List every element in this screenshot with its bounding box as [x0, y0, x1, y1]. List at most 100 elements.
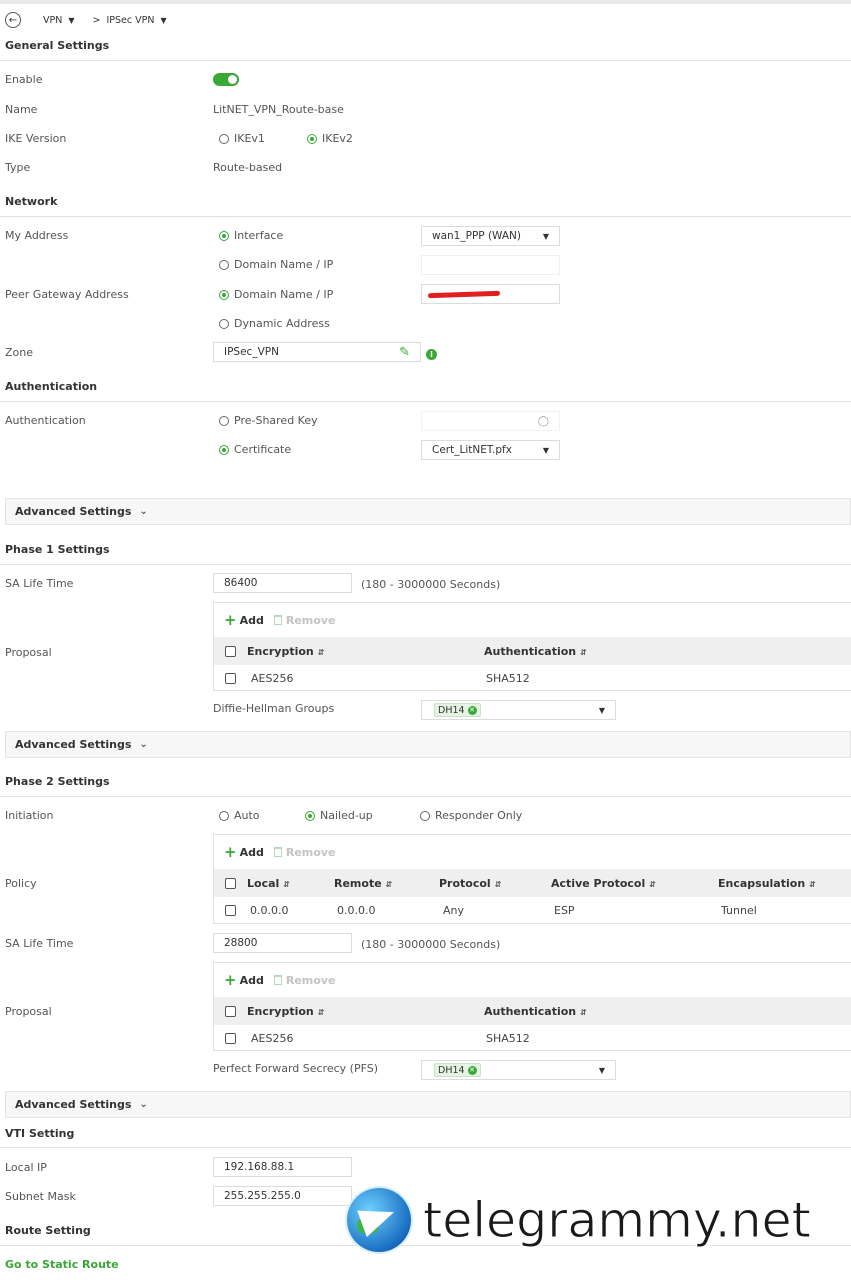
- table-header: Encryption ⇵ Authentication ⇵: [214, 637, 851, 665]
- dropdown-arrow-icon: ▼: [542, 231, 549, 241]
- phase1-sa-label: SA Life Time: [5, 577, 74, 590]
- sort-icon: ⇵: [317, 647, 325, 657]
- enable-toggle[interactable]: [213, 73, 239, 86]
- policy-label: Policy: [5, 877, 37, 890]
- col-protocol[interactable]: Protocol ⇵: [439, 877, 501, 890]
- select-all-checkbox[interactable]: [225, 645, 236, 657]
- advanced-settings-toggle[interactable]: Advanced Settings ⌄: [5, 498, 851, 525]
- table-row[interactable]: AES256 SHA512: [214, 665, 851, 691]
- pfs-label: Perfect Forward Secrecy (PFS): [213, 1062, 378, 1075]
- my-address-label: My Address: [5, 229, 69, 242]
- select-all-checkbox[interactable]: [225, 877, 236, 889]
- select-all-checkbox[interactable]: [225, 1005, 236, 1017]
- back-arrow-icon[interactable]: ←: [5, 12, 21, 28]
- row-checkbox[interactable]: [225, 1032, 236, 1044]
- ike-radio-ikev2[interactable]: IKEv2: [307, 132, 353, 145]
- col-encryption[interactable]: Encryption ⇵: [247, 1005, 324, 1018]
- pencil-icon[interactable]: ✎: [399, 345, 410, 360]
- ike-radio-ikev1[interactable]: IKEv1: [219, 132, 265, 145]
- add-button[interactable]: + Add: [224, 843, 264, 861]
- phase1-sa-input[interactable]: 86400: [213, 573, 352, 593]
- paper-plane-icon: [357, 1199, 399, 1237]
- radio-label: Certificate: [234, 443, 292, 456]
- dh-groups-select[interactable]: DH14 ✕ ▼: [421, 700, 616, 720]
- remove-button[interactable]: Remove: [273, 974, 335, 987]
- table-row[interactable]: AES256 SHA512: [214, 1025, 851, 1051]
- radio-label: Domain Name / IP: [234, 288, 334, 301]
- info-icon[interactable]: i: [426, 349, 437, 360]
- sort-icon: ⇵: [317, 1007, 325, 1017]
- initiation-radio-auto[interactable]: Auto: [219, 809, 260, 822]
- dropdown-arrow-icon: ▼: [598, 705, 605, 715]
- tag-remove-icon[interactable]: ✕: [467, 705, 477, 715]
- dh-groups-label: Diffie-Hellman Groups: [213, 702, 335, 715]
- static-route-link[interactable]: Go to Static Route: [5, 1258, 119, 1271]
- col-remote[interactable]: Remote ⇵: [334, 877, 392, 890]
- phase2-sa-hint: (180 - 3000000 Seconds): [361, 938, 501, 951]
- radio-icon: [420, 810, 430, 821]
- col-encryption[interactable]: Encryption ⇵: [247, 645, 324, 658]
- row-local: 0.0.0.0: [250, 903, 289, 917]
- col-authentication[interactable]: Authentication ⇵: [484, 645, 587, 658]
- certificate-value: Cert_LitNET.pfx: [432, 444, 512, 456]
- peer-radio-dynamic[interactable]: Dynamic Address: [219, 317, 330, 330]
- pfs-select[interactable]: DH14 ✕ ▼: [421, 1060, 616, 1080]
- advanced-settings-toggle[interactable]: Advanced Settings ⌄: [5, 1091, 851, 1118]
- phase1-toolbar: + Add Remove: [224, 611, 335, 629]
- caret-down-icon[interactable]: ▼: [68, 16, 74, 25]
- breadcrumb-ipsec-vpn[interactable]: IPSec VPN: [106, 15, 154, 26]
- auth-radio-certificate[interactable]: Certificate: [219, 443, 291, 456]
- col-encapsulation[interactable]: Encapsulation ⇵: [718, 877, 816, 890]
- col-label: Protocol: [439, 876, 491, 890]
- add-button[interactable]: + Add: [224, 611, 264, 629]
- tag-remove-icon[interactable]: ✕: [467, 1065, 477, 1075]
- eye-hidden-icon[interactable]: ◯: [538, 416, 549, 427]
- pfs-tag-label: DH14: [438, 1064, 465, 1076]
- local-ip-input[interactable]: 192.168.88.1: [213, 1157, 352, 1177]
- advanced-settings-toggle[interactable]: Advanced Settings ⌄: [5, 731, 851, 758]
- my-address-domain-input[interactable]: [421, 255, 560, 275]
- row-checkbox[interactable]: [225, 904, 236, 916]
- my-address-radio-interface[interactable]: Interface: [219, 229, 283, 242]
- zone-field[interactable]: IPSec_VPN ✎: [213, 342, 421, 362]
- remove-button[interactable]: Remove: [273, 846, 335, 859]
- certificate-select[interactable]: Cert_LitNET.pfx ▼: [421, 440, 560, 460]
- col-local[interactable]: Local ⇵: [247, 877, 290, 890]
- radio-label: Domain Name / IP: [234, 258, 334, 271]
- peer-domain-input[interactable]: [421, 284, 560, 304]
- table-header: Local ⇵ Remote ⇵ Protocol ⇵ Active Protocol…: [214, 869, 851, 897]
- section-vti: VTI Setting: [5, 1127, 75, 1140]
- radio-label: Responder Only: [435, 809, 523, 822]
- radio-selected-icon: [307, 133, 317, 144]
- advanced-settings-label: Advanced Settings: [15, 738, 132, 751]
- section-route: Route Setting: [5, 1224, 91, 1237]
- interface-select[interactable]: wan1_PPP (WAN) ▼: [421, 226, 560, 246]
- peer-radio-domain[interactable]: Domain Name / IP: [219, 288, 333, 301]
- row-checkbox[interactable]: [225, 672, 236, 684]
- initiation-radio-responder[interactable]: Responder Only: [420, 809, 522, 822]
- caret-down-icon[interactable]: ▼: [160, 16, 166, 25]
- add-button[interactable]: + Add: [224, 971, 264, 989]
- divider: [0, 216, 851, 217]
- initiation-radio-nailed-up[interactable]: Nailed-up: [305, 809, 373, 822]
- table-row[interactable]: 0.0.0.0 0.0.0.0 Any ESP Tunnel: [214, 897, 851, 923]
- name-label: Name: [5, 103, 38, 116]
- my-address-radio-domain[interactable]: Domain Name / IP: [219, 258, 333, 271]
- add-label: Add: [239, 973, 264, 987]
- radio-selected-icon: [219, 444, 229, 455]
- radio-label: Dynamic Address: [234, 317, 330, 330]
- interface-value: wan1_PPP (WAN): [432, 230, 521, 242]
- section-authentication: Authentication: [5, 380, 98, 393]
- col-active-protocol[interactable]: Active Protocol ⇵: [551, 877, 656, 890]
- psk-input[interactable]: ◯: [421, 411, 560, 431]
- add-label: Add: [239, 613, 264, 627]
- col-authentication[interactable]: Authentication ⇵: [484, 1005, 587, 1018]
- phase2-sa-input[interactable]: 28800: [213, 933, 352, 953]
- phase2-proposal-label: Proposal: [5, 1005, 52, 1018]
- auth-radio-psk[interactable]: Pre-Shared Key: [219, 414, 318, 427]
- subnet-mask-input[interactable]: 255.255.255.0: [213, 1186, 352, 1206]
- radio-icon: [219, 259, 229, 270]
- remove-button[interactable]: Remove: [273, 614, 335, 627]
- section-general-settings: General Settings: [5, 39, 110, 52]
- breadcrumb-vpn[interactable]: VPN: [43, 15, 62, 26]
